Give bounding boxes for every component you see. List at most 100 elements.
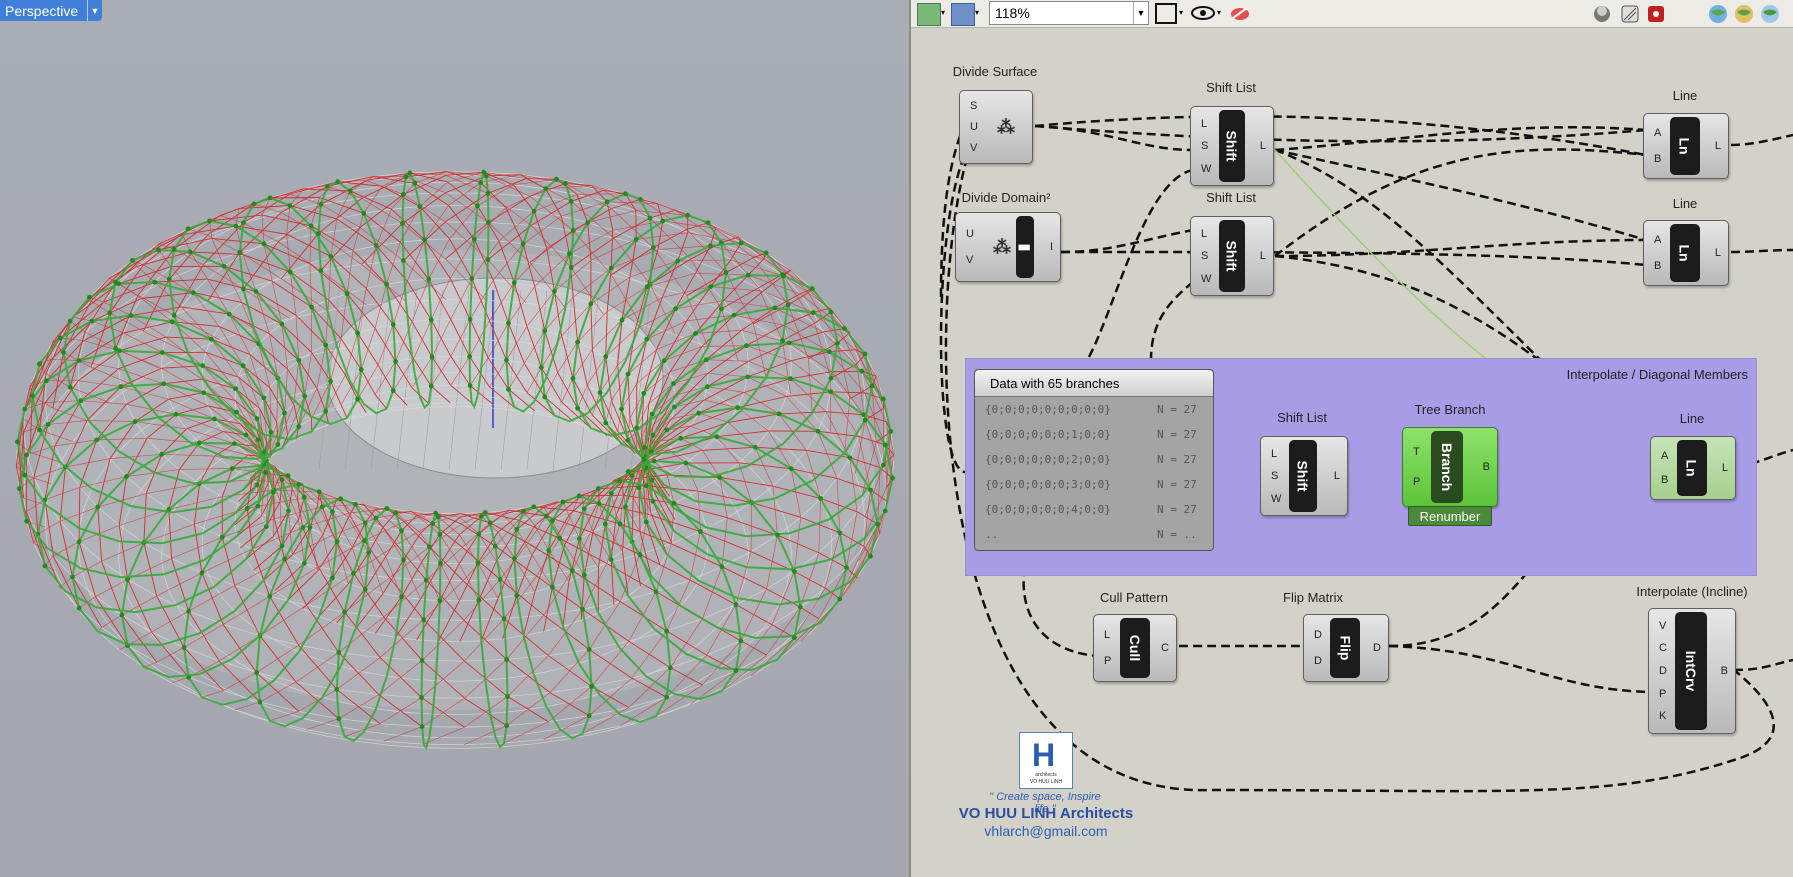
input-a[interactable]: A — [1654, 234, 1661, 246]
core-label: Ln — [1676, 137, 1693, 155]
logo-line-2: VO HUU LINH — [1029, 779, 1063, 785]
input-s[interactable]: S — [1201, 250, 1211, 262]
component-core: Branch — [1431, 431, 1463, 503]
input-l[interactable]: L — [1271, 448, 1281, 460]
chevron-down-icon[interactable]: ▾ — [941, 8, 949, 29]
inputs: A B — [1661, 437, 1668, 499]
output-l[interactable]: L — [1334, 470, 1340, 482]
input-v[interactable]: V — [966, 254, 974, 266]
output-l[interactable]: L — [1260, 140, 1266, 152]
input-d[interactable]: D — [1314, 629, 1322, 641]
inputs: L S W — [1201, 217, 1211, 295]
input-c[interactable]: C — [1659, 642, 1667, 654]
input-s[interactable]: S — [1271, 470, 1281, 482]
divide-domain-component[interactable]: U V ⁂ ▮ I — [955, 212, 1061, 282]
chevron-down-icon[interactable]: ▼ — [1133, 2, 1148, 24]
input-u[interactable]: U — [966, 228, 974, 240]
component-core: ▮ — [1016, 216, 1034, 278]
input-p[interactable]: P — [1104, 655, 1111, 667]
tree-branch-component[interactable]: T P Branch B — [1402, 427, 1498, 507]
globe-icon[interactable] — [1707, 3, 1729, 24]
output-l[interactable]: L — [1722, 462, 1728, 474]
shift-list-3-title: Shift List — [1277, 410, 1327, 425]
input-p[interactable]: P — [1413, 476, 1420, 488]
zoom-extents-icon[interactable] — [1155, 3, 1177, 24]
wire — [1079, 168, 1194, 371]
globe-icon[interactable] — [1733, 3, 1755, 24]
wire — [1730, 248, 1793, 254]
interpolate-incline-component[interactable]: V C D P K IntCrv B — [1648, 608, 1736, 734]
input-k[interactable]: K — [1659, 710, 1667, 722]
input-b[interactable]: B — [1661, 474, 1668, 486]
wire — [1060, 228, 1194, 254]
input-l[interactable]: L — [1201, 228, 1211, 240]
firm-logo: H architects VO HUU LINH — [1019, 732, 1073, 789]
input-w[interactable]: W — [1201, 163, 1211, 175]
globe-icon[interactable] — [1759, 3, 1781, 24]
input-l[interactable]: L — [1104, 629, 1111, 641]
shift-list-1-component[interactable]: L S W Shift L — [1190, 106, 1274, 186]
output-i[interactable]: I — [1050, 241, 1053, 253]
branch-count: N = 27 — [1157, 428, 1197, 441]
preview-wire-icon[interactable] — [1591, 3, 1613, 24]
preview-selected-icon[interactable] — [1645, 3, 1667, 24]
input-s[interactable]: S — [970, 100, 978, 112]
line-3-component[interactable]: A B Ln L — [1650, 436, 1736, 500]
line-2-component[interactable]: A B Ln L — [1643, 220, 1729, 286]
panel-row: {0;0;0;0;0;0;4;0;0} N = 27 — [975, 497, 1213, 522]
output-l[interactable]: L — [1715, 140, 1721, 152]
shift-list-2-component[interactable]: L S W Shift L — [1190, 216, 1274, 296]
input-p[interactable]: P — [1659, 688, 1667, 700]
output-l[interactable]: L — [1260, 250, 1266, 262]
chevron-down-icon[interactable]: ▾ — [1217, 8, 1225, 29]
output-c[interactable]: C — [1161, 642, 1169, 654]
input-b[interactable]: B — [1654, 153, 1661, 165]
input-v[interactable]: V — [970, 142, 978, 154]
line-2-title: Line — [1672, 196, 1698, 211]
cull-pattern-component[interactable]: L P Cull C — [1093, 614, 1177, 682]
line-1-component[interactable]: A B Ln L — [1643, 113, 1729, 179]
preview-mesh-icon[interactable] — [1619, 3, 1641, 24]
input-v[interactable]: V — [1659, 620, 1667, 632]
sketch-icon[interactable] — [1229, 3, 1251, 24]
chevron-down-icon[interactable]: ▾ — [975, 8, 983, 29]
input-w[interactable]: W — [1201, 273, 1211, 285]
input-a[interactable]: A — [1661, 450, 1668, 462]
grasshopper-canvas[interactable]: ▾ ▾ 118% ▼ ▾ ▾ Interpolate / Diagonal Me… — [911, 0, 1793, 877]
output-d[interactable]: D — [1373, 642, 1381, 654]
outputs: L — [1260, 217, 1266, 295]
input-u[interactable]: U — [970, 121, 978, 133]
torus-structure-render[interactable] — [0, 0, 909, 877]
component-core: Ln — [1677, 440, 1707, 496]
input-d[interactable]: D — [1659, 665, 1667, 677]
outputs: L — [1334, 437, 1340, 515]
zoom-dropdown[interactable]: 118% ▼ — [989, 1, 1149, 25]
input-d2[interactable]: D — [1314, 655, 1322, 667]
input-s[interactable]: S — [1201, 140, 1211, 152]
shift-list-3-component[interactable]: L S W Shift L — [1260, 436, 1348, 516]
input-b[interactable]: B — [1654, 260, 1661, 272]
flip-matrix-component[interactable]: D D Flip D — [1303, 614, 1389, 682]
save-icon[interactable] — [951, 3, 975, 26]
chevron-down-icon[interactable]: ▼ — [87, 0, 102, 21]
component-core: Shift — [1219, 220, 1245, 292]
branch-path: {0;0;0;0;0;0;2;0;0} — [985, 453, 1111, 466]
input-t[interactable]: T — [1413, 446, 1420, 458]
output-l[interactable]: L — [1715, 247, 1721, 259]
outputs: L — [1715, 221, 1721, 285]
chevron-down-icon[interactable]: ▾ — [1179, 8, 1187, 29]
inputs: U V — [966, 213, 974, 281]
rhino-viewport[interactable]: Perspective ▼ — [0, 0, 909, 877]
input-a[interactable]: A — [1654, 127, 1661, 139]
shift-list-2-title: Shift List — [1206, 190, 1256, 205]
preview-eye-icon[interactable] — [1191, 3, 1215, 24]
core-label: Shift — [1224, 240, 1241, 272]
new-document-icon[interactable] — [917, 3, 941, 26]
data-panel[interactable]: Data with 65 branches {0;0;0;0;0;0;0;0;0… — [974, 369, 1214, 551]
input-l[interactable]: L — [1201, 118, 1211, 130]
output-b[interactable]: B — [1721, 665, 1728, 677]
output-b[interactable]: B — [1483, 461, 1490, 473]
divide-surface-component[interactable]: S U V ⁂ — [959, 90, 1033, 164]
viewport-tab[interactable]: Perspective ▼ — [0, 0, 102, 21]
input-w[interactable]: W — [1271, 493, 1281, 505]
